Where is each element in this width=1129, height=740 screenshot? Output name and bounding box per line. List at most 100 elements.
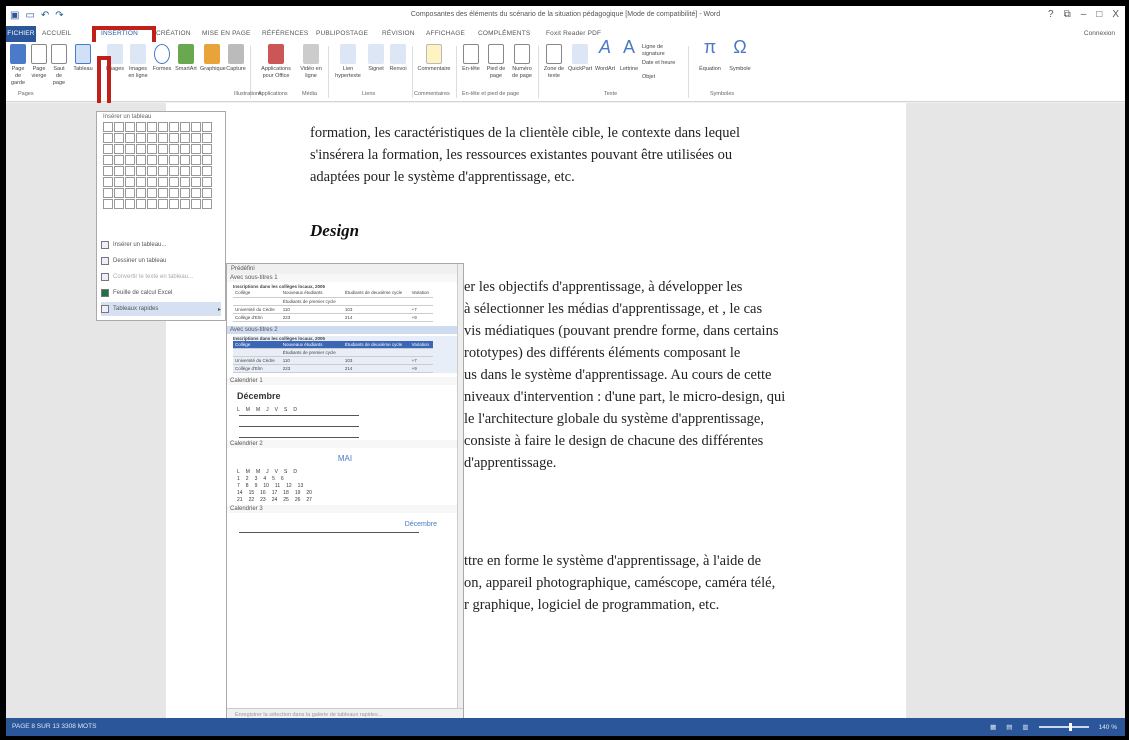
doc-line: vis médiatiques (pouvant prendre forme, … bbox=[464, 323, 779, 339]
calendar-1[interactable]: Décembre LMMJVSD bbox=[233, 391, 457, 438]
lien-hypertexte-button[interactable]: Lien hypertexte bbox=[332, 44, 364, 80]
doc-line: consiste à faire le design de chacune de… bbox=[464, 433, 764, 449]
title-bar: ▣ ▭ ↶ ↷ Composantes des éléments du scén… bbox=[6, 6, 1125, 26]
capture-button[interactable]: Capture bbox=[226, 44, 246, 73]
word-window: ▣ ▭ ↶ ↷ Composantes des éléments du scén… bbox=[6, 6, 1125, 736]
group-media: Média bbox=[302, 91, 317, 97]
minimize-button[interactable]: – bbox=[1081, 9, 1087, 20]
doc-heading: Design bbox=[310, 221, 360, 240]
en-tete-button[interactable]: En-tête bbox=[460, 44, 482, 73]
objet-button[interactable]: Objet bbox=[642, 74, 684, 81]
video-en-ligne-button[interactable]: Vidéo en ligne bbox=[298, 44, 324, 80]
pencil-icon bbox=[101, 257, 109, 265]
symbole-button[interactable]: Ω Symbole bbox=[726, 38, 754, 73]
quick-table-2[interactable]: Inscriptions dans les collèges locaux, 2… bbox=[233, 335, 457, 373]
tableau-button[interactable]: Tableau bbox=[70, 44, 96, 73]
table-icon bbox=[101, 241, 109, 249]
quick-tables-item[interactable]: Tableaux rapides ▸ bbox=[101, 302, 221, 316]
group-entete-pied: En-tête et pied de page bbox=[462, 91, 520, 97]
zoom-slider-knob[interactable] bbox=[1068, 723, 1072, 731]
doc-line: le l'architecture globale du système d'a… bbox=[464, 411, 764, 427]
formes-button[interactable]: Formes bbox=[152, 44, 172, 73]
read-mode-icon[interactable]: ▦ bbox=[990, 723, 996, 731]
signet-button[interactable]: Signet bbox=[366, 44, 386, 73]
ribbon-display-button[interactable]: ⧉ bbox=[1064, 9, 1071, 20]
tab-references[interactable]: RÉFÉRENCES bbox=[262, 30, 308, 37]
insert-table-dropdown: Insérer un tableau Insérer un tableau...… bbox=[96, 111, 226, 321]
maximize-button[interactable]: □ bbox=[1096, 9, 1102, 20]
insert-table-header: Insérer un tableau bbox=[103, 114, 152, 120]
tableau-button-highlight bbox=[97, 56, 111, 110]
app-window: ▣ ▭ ↶ ↷ Composantes des éléments du scén… bbox=[0, 0, 1129, 740]
gallery-section: Calendrier 1 bbox=[227, 377, 463, 385]
tab-foxit[interactable]: Foxit Reader PDF bbox=[546, 30, 601, 37]
print-layout-icon[interactable]: ▤ bbox=[1006, 723, 1012, 731]
tab-publipostage[interactable]: PUBLIPOSTAGE bbox=[316, 30, 368, 37]
doc-line: on, appareil photographique, caméscope, … bbox=[464, 575, 776, 591]
pied-de-page-button[interactable]: Pied de page bbox=[484, 44, 508, 80]
quick-table-1[interactable]: Inscriptions dans les collèges locaux, 2… bbox=[233, 284, 457, 322]
doc-line: d'apprentissage. bbox=[464, 455, 557, 471]
gallery-section: Avec sous-titres 2 bbox=[227, 325, 463, 334]
gallery-header: Prédéfini bbox=[227, 264, 463, 274]
renvoi-button[interactable]: Renvoi bbox=[388, 44, 408, 73]
insert-table-item[interactable]: Insérer un tableau... bbox=[101, 238, 221, 252]
draw-table-item[interactable]: Dessiner un tableau bbox=[101, 254, 221, 268]
window-title: Composantes des éléments du scénario de … bbox=[410, 11, 721, 18]
graphique-button[interactable]: Graphique bbox=[200, 44, 226, 73]
close-button[interactable]: X bbox=[1112, 9, 1119, 20]
tab-revision[interactable]: RÉVISION bbox=[382, 30, 415, 37]
applications-office-button[interactable]: Applications pour Office bbox=[256, 44, 296, 80]
page-word-count[interactable]: PAGE 8 SUR 13 3308 MOTS bbox=[12, 723, 96, 730]
group-liens: Liens bbox=[362, 91, 376, 97]
gallery-scrollbar[interactable] bbox=[457, 264, 463, 722]
excel-icon bbox=[101, 289, 109, 297]
date-heure-button[interactable]: Date et heure bbox=[642, 60, 684, 67]
group-texte: Texte bbox=[604, 91, 618, 97]
group-pages: Pages bbox=[18, 91, 34, 97]
tab-accueil[interactable]: ACCUEIL bbox=[42, 30, 72, 37]
excel-sheet-item[interactable]: Feuille de calcul Excel bbox=[101, 286, 221, 300]
zone-de-texte-button[interactable]: Zone de texte bbox=[542, 44, 566, 80]
zoom-level[interactable]: 140 % bbox=[1099, 724, 1117, 731]
window-controls: ? ⧉ – □ X bbox=[1048, 9, 1119, 20]
help-button[interactable]: ? bbox=[1048, 9, 1054, 20]
quick-table-icon bbox=[101, 305, 109, 313]
lettrine-button[interactable]: A Lettrine bbox=[618, 38, 640, 73]
saut-de-page-button[interactable]: Saut de page bbox=[50, 44, 68, 87]
web-layout-icon[interactable]: ▥ bbox=[1022, 723, 1028, 731]
tab-affichage[interactable]: AFFICHAGE bbox=[426, 30, 465, 37]
calendar-2[interactable]: MAI LMMJVSD 123456 7 8 9 10 11 12 13 14 15 16 17 1… bbox=[233, 454, 457, 503]
page-de-garde-button[interactable]: Page de garde bbox=[8, 44, 28, 87]
quickpart-button[interactable]: QuickPart bbox=[568, 44, 592, 73]
doc-line: s'insérera la formation, les ressources … bbox=[310, 147, 733, 163]
ligne-signature-button[interactable]: Ligne de signature bbox=[642, 44, 684, 58]
doc-line: er les objectifs d'apprentissage, à déve… bbox=[464, 279, 743, 295]
tab-complements[interactable]: COMPLÉMENTS bbox=[478, 30, 530, 37]
ribbon: Page de garde Page vierge Saut de page T… bbox=[6, 38, 1125, 102]
images-en-ligne-button[interactable]: Images en ligne bbox=[126, 44, 150, 80]
calendar-3[interactable]: Décembre bbox=[233, 521, 457, 533]
tab-creation[interactable]: CRÉATION bbox=[156, 30, 191, 37]
connexion-link[interactable]: Connexion bbox=[1084, 30, 1115, 37]
wordart-button[interactable]: A WordArt bbox=[594, 38, 616, 73]
doc-line: formation, les caractéristiques de la cl… bbox=[310, 125, 740, 141]
page-vierge-button[interactable]: Page vierge bbox=[30, 44, 48, 80]
gallery-section: Calendrier 2 bbox=[227, 440, 463, 448]
group-commentaires: Commentaires bbox=[414, 91, 450, 97]
tab-fichier[interactable]: FICHIER bbox=[6, 26, 36, 42]
numero-de-page-button[interactable]: Numéro de page bbox=[510, 44, 534, 80]
chevron-right-icon: ▸ bbox=[217, 306, 221, 313]
doc-line: à sélectionner les médias d'apprentissag… bbox=[464, 301, 763, 317]
smartart-button[interactable]: SmartArt bbox=[174, 44, 198, 73]
equation-button[interactable]: π Équation bbox=[696, 38, 724, 73]
tab-mise-en-page[interactable]: MISE EN PAGE bbox=[202, 30, 251, 37]
commentaire-button[interactable]: Commentaire bbox=[416, 44, 452, 73]
convert-text-item[interactable]: Convertir le texte en tableau... bbox=[101, 270, 221, 284]
zoom-slider[interactable] bbox=[1038, 723, 1089, 731]
convert-icon bbox=[101, 273, 109, 281]
status-bar: PAGE 8 SUR 13 3308 MOTS ▦ ▤ ▥ 140 % bbox=[6, 718, 1125, 736]
doc-line: rototypes) des différents éléments compo… bbox=[464, 345, 741, 361]
view-controls: ▦ ▤ ▥ 140 % bbox=[990, 723, 1117, 731]
table-size-grid[interactable] bbox=[103, 122, 212, 209]
